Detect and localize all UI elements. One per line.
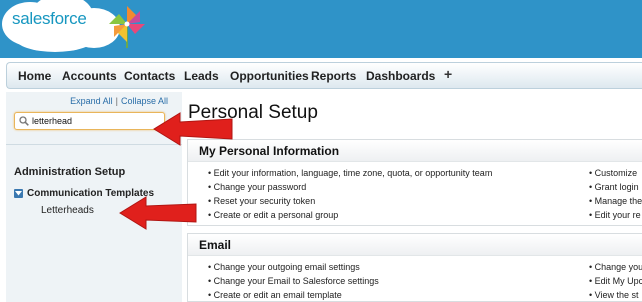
tab-bar: Home Accounts Contacts Leads Opportuniti…: [6, 62, 642, 89]
personal-info-section: My Personal Information • Edit your info…: [187, 139, 642, 226]
pinwheel-icon: [109, 6, 145, 48]
add-tab-button[interactable]: +: [444, 66, 452, 82]
admin-setup-heading: Administration Setup: [14, 166, 126, 178]
section-link[interactable]: • View the st: [589, 290, 639, 300]
app-header: salesforce 13: [0, 0, 642, 58]
logo-text: salesforce: [12, 9, 87, 28]
section-link[interactable]: • Change your Email to Salesforce settin…: [208, 276, 379, 286]
section-link[interactable]: • Change your password: [208, 182, 306, 192]
red-arrow-icon: [119, 196, 197, 230]
tab-home[interactable]: Home: [18, 69, 51, 83]
email-section: Email • Change your outgoing email setti…: [187, 233, 642, 302]
link-separator: |: [115, 96, 118, 106]
search-icon: [19, 116, 29, 126]
section-link[interactable]: • Edit your re: [589, 210, 641, 220]
tab-opportunities[interactable]: Opportunities: [230, 69, 309, 83]
tab-reports[interactable]: Reports: [311, 69, 356, 83]
tab-accounts[interactable]: Accounts: [62, 69, 117, 83]
tab-leads[interactable]: Leads: [184, 69, 219, 83]
expand-all-link[interactable]: Expand All: [70, 96, 113, 106]
collapse-all-link[interactable]: Collapse All: [121, 96, 168, 106]
logo-version: 13: [86, 31, 102, 47]
section-link[interactable]: • Create or edit an email template: [208, 290, 342, 300]
section-link[interactable]: • Reset your security token: [208, 196, 315, 206]
section-link[interactable]: • Change your outgoing email settings: [208, 262, 360, 272]
section-title: Email: [199, 238, 232, 252]
letterheads-link[interactable]: Letterheads: [41, 205, 94, 216]
section-header: Email: [188, 234, 642, 256]
section-link[interactable]: • Edit your information, language, time …: [208, 168, 492, 178]
section-link[interactable]: • Customize: [589, 168, 637, 178]
section-link[interactable]: • Manage the: [589, 196, 642, 206]
section-header: My Personal Information: [188, 140, 642, 162]
quick-find-input[interactable]: [32, 114, 162, 128]
tab-dashboards[interactable]: Dashboards: [366, 69, 435, 83]
red-arrow-icon: [153, 112, 233, 146]
tab-contacts[interactable]: Contacts: [124, 69, 175, 83]
quick-find-box[interactable]: [14, 112, 165, 130]
collapse-toggle-icon[interactable]: [14, 189, 23, 198]
section-link[interactable]: • Change you: [589, 262, 642, 272]
section-link[interactable]: • Create or edit a personal group: [208, 210, 338, 220]
section-link[interactable]: • Grant login: [589, 182, 639, 192]
expand-collapse-links: Expand All | Collapse All: [70, 96, 168, 106]
section-link[interactable]: • Edit My Upc: [589, 276, 642, 286]
